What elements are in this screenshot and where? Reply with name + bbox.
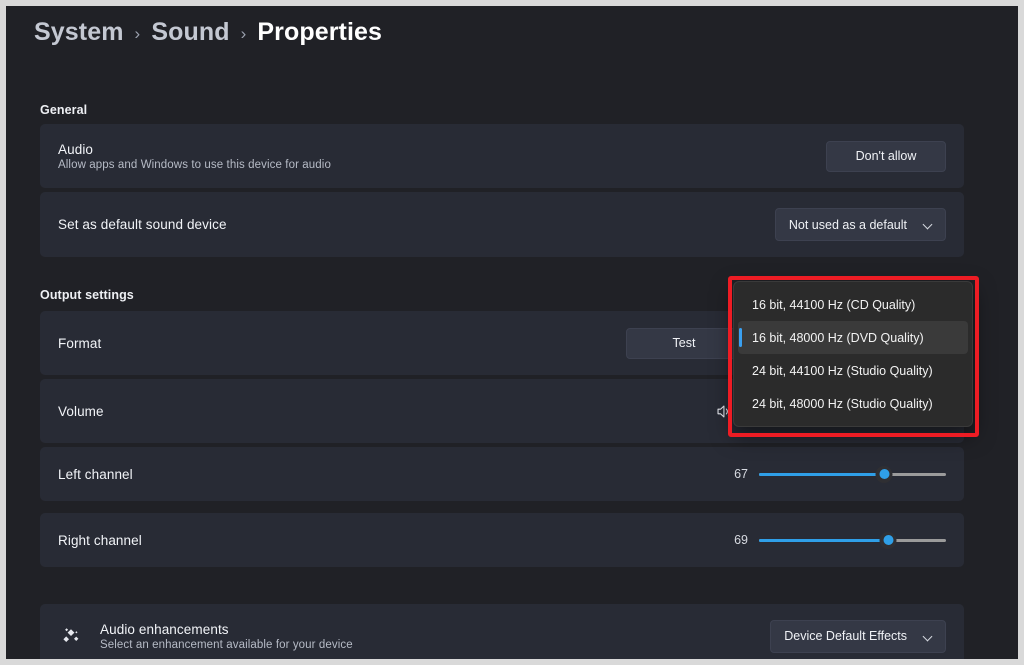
row-format-title: Format — [58, 335, 102, 351]
row-audio-enhancements: Audio enhancements Select an enhancement… — [40, 604, 964, 659]
row-left-channel-title: Left channel — [58, 466, 133, 482]
row-audio-title: Audio — [58, 141, 94, 157]
format-dropdown-list[interactable]: 16 bit, 44100 Hz (CD Quality) 16 bit, 480… — [733, 281, 973, 427]
left-channel-slider-group: 67 — [729, 465, 946, 483]
section-heading-output-settings: Output settings — [40, 288, 134, 302]
chevron-down-icon — [923, 631, 934, 642]
row-audio: Audio Allow apps and Windows to use this… — [40, 124, 964, 188]
row-right-channel-actions: 69 — [729, 531, 946, 549]
format-option[interactable]: 16 bit, 48000 Hz (DVD Quality) — [738, 321, 968, 354]
settings-window: System › Sound › Properties General Audi… — [6, 6, 1018, 659]
default-device-select[interactable]: Not used as a default — [774, 208, 946, 241]
default-device-select-value: Not used as a default — [788, 217, 907, 232]
right-channel-slider-group: 69 — [729, 531, 946, 549]
breadcrumb-separator-icon: › — [240, 23, 247, 43]
sparkle-icon — [63, 628, 79, 642]
chevron-down-icon — [923, 219, 934, 230]
dont-allow-button[interactable]: Don't allow — [826, 140, 946, 172]
row-audio-enhancements-texts: Audio enhancements Select an enhancement… — [100, 622, 770, 651]
row-volume-title: Volume — [58, 403, 104, 419]
row-format-texts: Format — [58, 336, 626, 351]
format-option[interactable]: 16 bit, 44100 Hz (CD Quality) — [738, 288, 968, 321]
test-format-button[interactable]: Test — [626, 327, 742, 359]
format-option[interactable]: 24 bit, 44100 Hz (Studio Quality) — [738, 354, 968, 387]
row-volume-texts: Volume — [58, 404, 715, 419]
left-channel-slider[interactable] — [759, 465, 946, 483]
breadcrumb: System › Sound › Properties — [34, 18, 382, 47]
left-channel-value: 67 — [734, 467, 748, 481]
row-set-default-device: Set as default sound device Not used as … — [40, 192, 964, 257]
speaker-icon[interactable] — [715, 402, 734, 421]
screenshot-frame: System › Sound › Properties General Audi… — [0, 0, 1024, 665]
row-audio-enhancements-subtitle: Select an enhancement available for your… — [100, 638, 353, 651]
breadcrumb-item-sound[interactable]: Sound — [151, 18, 229, 47]
row-audio-actions: Don't allow — [826, 140, 946, 172]
format-option[interactable]: 24 bit, 48000 Hz (Studio Quality) — [738, 387, 968, 420]
left-channel-slider-thumb[interactable] — [875, 465, 893, 483]
row-set-default-device-texts: Set as default sound device — [58, 217, 775, 232]
section-heading-general: General — [40, 103, 88, 117]
row-left-channel-actions: 67 — [729, 465, 946, 483]
breadcrumb-separator-icon: › — [134, 23, 141, 43]
row-audio-texts: Audio Allow apps and Windows to use this… — [58, 142, 826, 171]
row-right-channel-title: Right channel — [58, 532, 142, 548]
row-set-default-device-actions: Not used as a default — [774, 208, 946, 241]
right-channel-slider-thumb[interactable] — [879, 531, 897, 549]
right-channel-value: 69 — [734, 533, 748, 547]
left-channel-slider-fill — [759, 472, 885, 476]
right-channel-slider[interactable] — [759, 531, 946, 549]
row-right-channel: Right channel 69 — [40, 513, 964, 567]
right-channel-slider-fill — [759, 538, 889, 542]
row-left-channel-texts: Left channel — [58, 467, 729, 482]
row-right-channel-texts: Right channel — [58, 533, 729, 548]
row-audio-enhancements-title: Audio enhancements — [100, 621, 229, 637]
breadcrumb-item-properties: Properties — [257, 18, 383, 46]
audio-enhancements-select[interactable]: Device Default Effects — [770, 619, 946, 653]
row-left-channel: Left channel 67 — [40, 447, 964, 501]
row-audio-subtitle: Allow apps and Windows to use this devic… — [58, 158, 331, 171]
breadcrumb-item-system[interactable]: System — [34, 18, 124, 47]
row-set-default-device-title: Set as default sound device — [58, 217, 227, 232]
row-audio-enhancements-actions: Device Default Effects — [770, 619, 946, 653]
audio-enhancements-select-value: Device Default Effects — [784, 629, 907, 643]
